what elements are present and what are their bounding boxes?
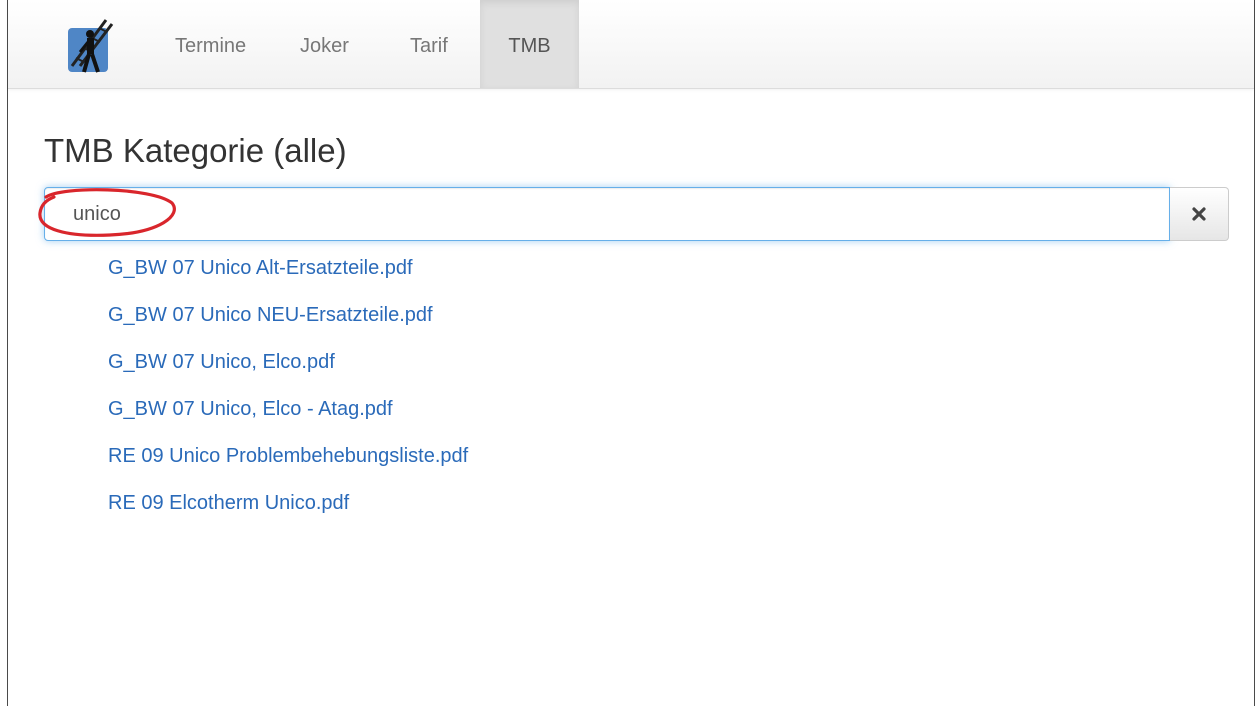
nav-item-joker[interactable]: Joker (284, 0, 365, 88)
list-item: G_BW 07 Unico, Elco.pdf (108, 346, 468, 393)
search-input[interactable] (44, 187, 1170, 241)
result-link[interactable]: G_BW 07 Unico NEU-Ersatzteile.pdf (108, 304, 433, 326)
result-link[interactable]: G_BW 07 Unico, Elco.pdf (108, 351, 335, 373)
result-link[interactable]: G_BW 07 Unico Alt-Ersatzteile.pdf (108, 257, 413, 279)
search-group (44, 187, 1235, 241)
list-item: G_BW 07 Unico Alt-Ersatzteile.pdf (108, 252, 468, 299)
list-item: G_BW 07 Unico, Elco - Atag.pdf (108, 393, 468, 440)
brand-logo-icon[interactable] (66, 18, 114, 74)
navbar: Termine Joker Tarif TMB (8, 0, 1254, 89)
app-frame: Termine Joker Tarif TMB TMB Kategorie (a… (7, 0, 1255, 706)
result-link[interactable]: RE 09 Elcotherm Unico.pdf (108, 492, 349, 514)
close-icon (1192, 207, 1206, 221)
result-link[interactable]: RE 09 Unico Problembehebungsliste.pdf (108, 445, 468, 467)
nav-item-termine[interactable]: Termine (159, 0, 262, 88)
nav-item-tarif[interactable]: Tarif (394, 0, 464, 88)
clear-search-button[interactable] (1170, 187, 1229, 241)
list-item: RE 09 Elcotherm Unico.pdf (108, 487, 468, 534)
list-item: RE 09 Unico Problembehebungsliste.pdf (108, 440, 468, 487)
list-item: G_BW 07 Unico NEU-Ersatzteile.pdf (108, 299, 468, 346)
result-link[interactable]: G_BW 07 Unico, Elco - Atag.pdf (108, 398, 393, 420)
page-title: TMB Kategorie (alle) (44, 132, 347, 169)
nav-item-tmb[interactable]: TMB (480, 0, 579, 88)
result-list: G_BW 07 Unico Alt-Ersatzteile.pdf G_BW 0… (108, 252, 468, 534)
